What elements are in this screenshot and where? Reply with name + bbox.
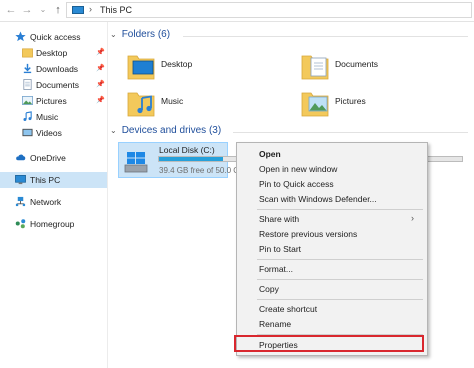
cloud-icon (16, 154, 26, 161)
address-field[interactable]: › This PC (66, 2, 472, 18)
sidebar-item-music[interactable]: Music (0, 109, 107, 125)
menu-item-restore-versions[interactable]: Restore previous versions (259, 229, 357, 239)
sidebar-item-quick-access[interactable]: Quick access (0, 29, 107, 45)
pin-icon[interactable]: 📌 (96, 80, 105, 88)
network-icon (15, 196, 26, 207)
menu-item-copy[interactable]: Copy (259, 284, 279, 294)
drive-usage-fill (159, 157, 223, 161)
documents-folder-icon (301, 55, 329, 80)
documents-icon (23, 79, 32, 90)
music-folder-icon (127, 92, 155, 117)
sidebar-item-label: Documents (36, 80, 79, 90)
menu-item-pin-quick-access[interactable]: Pin to Quick access (259, 179, 334, 189)
computer-icon (15, 175, 26, 185)
sidebar-item-label: Quick access (30, 32, 81, 42)
computer-icon (72, 6, 84, 14)
menu-item-rename[interactable]: Rename (259, 319, 291, 329)
context-menu: Open Open in new window Pin to Quick acc… (236, 142, 428, 356)
sidebar-item-videos[interactable]: Videos (0, 125, 107, 141)
menu-item-open-new-window[interactable]: Open in new window (259, 164, 337, 174)
sidebar-item-label: Pictures (36, 96, 67, 106)
back-arrow-icon[interactable]: ← (4, 3, 18, 17)
properties-highlight-box (234, 335, 424, 352)
menu-separator (257, 299, 423, 300)
menu-item-share-with[interactable]: Share with (259, 214, 299, 224)
downloads-icon (23, 63, 32, 74)
sidebar-item-this-pc[interactable]: This PC (0, 172, 107, 188)
desktop-folder-icon (127, 55, 155, 80)
breadcrumb-separator: › (89, 4, 92, 14)
group-divider (183, 36, 468, 37)
menu-separator (257, 259, 423, 260)
forward-arrow-icon[interactable]: → (20, 3, 34, 17)
videos-icon (22, 128, 33, 137)
folders-group-header[interactable]: ⌄ Folders (6) (110, 29, 170, 40)
sidebar-item-onedrive[interactable]: OneDrive (0, 150, 107, 166)
drive-name: Local Disk (C:) (159, 145, 215, 155)
breadcrumb-location[interactable]: This PC (100, 5, 132, 15)
chevron-right-icon: › (411, 213, 414, 223)
sidebar-item-downloads[interactable]: Downloads 📌 (0, 61, 107, 77)
pin-icon[interactable]: 📌 (96, 96, 105, 104)
menu-separator (257, 209, 423, 210)
address-bar: ← → ⌄ ↑ › This PC (0, 0, 474, 22)
sidebar-item-label: Downloads (36, 64, 79, 74)
folder-label: Desktop (161, 59, 193, 69)
chevron-down-icon[interactable]: ⌄ (110, 30, 117, 39)
chevron-down-icon[interactable]: ⌄ (110, 126, 117, 135)
up-arrow-icon[interactable]: ↑ (51, 3, 65, 17)
folders-heading: Folders (6) (121, 29, 171, 40)
pictures-folder-icon (301, 92, 329, 117)
sidebar-item-label: Network (30, 197, 62, 207)
menu-item-scan-defender[interactable]: Scan with Windows Defender... (259, 194, 377, 204)
sidebar-item-label: Music (36, 112, 59, 122)
folder-label: Pictures (335, 96, 366, 106)
menu-item-open[interactable]: Open (259, 149, 281, 159)
music-icon (23, 111, 32, 121)
group-divider (233, 132, 468, 133)
menu-item-format[interactable]: Format... (259, 264, 293, 274)
pin-icon[interactable]: 📌 (96, 64, 105, 72)
menu-separator (257, 279, 423, 280)
menu-item-pin-start[interactable]: Pin to Start (259, 244, 301, 254)
windows-drive-icon (124, 152, 148, 173)
navigation-pane: Quick access Desktop 📌 Downloads 📌 Docum… (0, 22, 108, 368)
sidebar-item-label: OneDrive (30, 153, 66, 163)
sidebar-item-pictures[interactable]: Pictures 📌 (0, 93, 107, 109)
drives-heading: Devices and drives (3) (121, 125, 222, 136)
folder-label: Music (161, 96, 184, 106)
folder-label: Documents (335, 59, 378, 69)
sidebar-item-desktop[interactable]: Desktop 📌 (0, 45, 107, 61)
drive-free-space: 39.4 GB free of 50.0 GB (159, 166, 245, 175)
pin-icon[interactable]: 📌 (96, 48, 105, 56)
chevron-down-icon[interactable]: ⌄ (36, 3, 50, 17)
star-icon (15, 31, 26, 42)
sidebar-item-label: Videos (36, 128, 62, 138)
desktop-folder-icon (22, 48, 33, 58)
sidebar-item-label: This PC (30, 175, 61, 185)
sidebar-item-label: Homegroup (30, 219, 75, 229)
pictures-icon (22, 96, 33, 105)
sidebar-item-homegroup[interactable]: Homegroup (0, 216, 107, 232)
menu-item-create-shortcut[interactable]: Create shortcut (259, 304, 317, 314)
homegroup-icon (15, 219, 26, 229)
drives-group-header[interactable]: ⌄ Devices and drives (3) (110, 125, 221, 136)
sidebar-item-label: Desktop (36, 48, 68, 58)
sidebar-item-network[interactable]: Network (0, 194, 107, 210)
sidebar-item-documents[interactable]: Documents 📌 (0, 77, 107, 93)
